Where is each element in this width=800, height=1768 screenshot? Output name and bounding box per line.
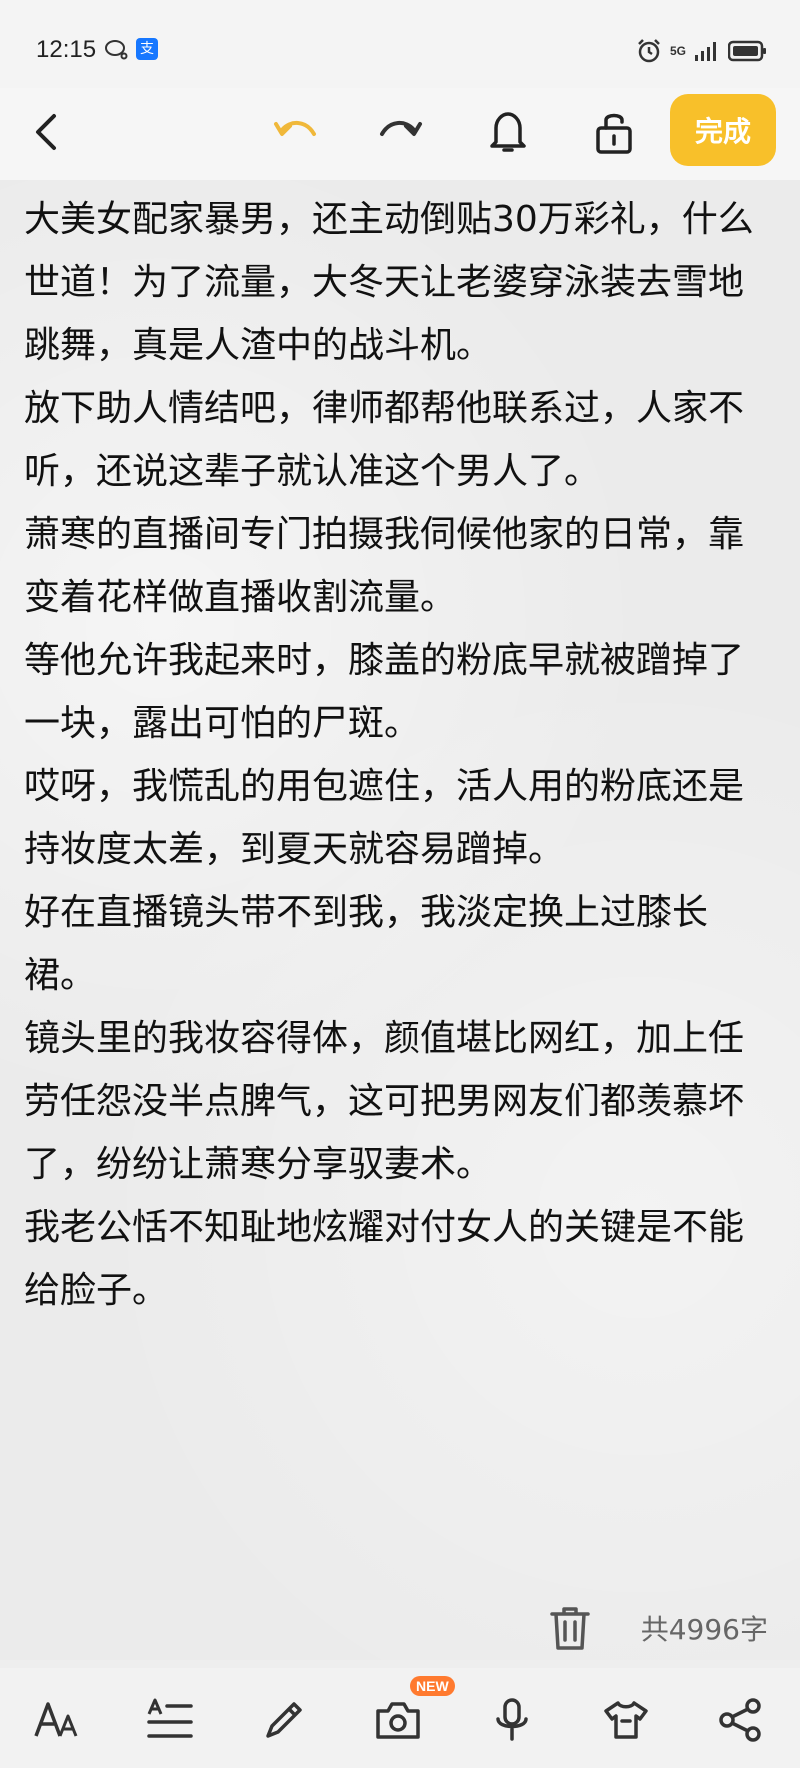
voice-input-button[interactable] xyxy=(484,1692,540,1748)
undo-button[interactable] xyxy=(268,104,324,160)
status-bar: 12:15 支 5G xyxy=(0,0,800,100)
font-style-icon xyxy=(34,1702,78,1737)
lock-button[interactable] xyxy=(586,104,642,160)
camera-button[interactable] xyxy=(370,1692,426,1748)
bottom-toolbar xyxy=(0,1668,800,1768)
note-paragraph: 放下助人情结吧，律师都帮他联系过，人家不听，还说这辈子就认准这个男人了。 xyxy=(24,388,745,492)
alarm-icon xyxy=(638,39,660,63)
note-paragraph: 我老公恬不知耻地炫耀对付女人的关键是不能给脸子。 xyxy=(24,1207,745,1311)
status-time: 12:15 xyxy=(36,36,97,63)
note-paragraph: 等他允许我起来时，膝盖的粉底早就被蹭掉了一块，露出可怕的尸斑。 xyxy=(24,640,745,744)
reminder-button[interactable] xyxy=(480,104,536,160)
done-button[interactable]: 完成 xyxy=(670,94,776,166)
format-list-icon xyxy=(147,1698,193,1738)
signal-icon xyxy=(695,42,716,61)
note-paragraph: 镜头里的我妆容得体，颜值堪比网红，加上任劳任怨没半点脾气，这可把男网友们都羡慕坏… xyxy=(24,1018,745,1185)
word-count: 共4996字 xyxy=(640,1613,768,1646)
share-icon xyxy=(719,1698,761,1742)
note-paragraph: 好在直播镜头带不到我，我淡定换上过膝长裙。 xyxy=(24,892,709,996)
microphone-icon xyxy=(496,1698,528,1741)
status-left-icons: 支 xyxy=(104,38,158,60)
chevron-left-icon xyxy=(36,114,56,150)
note-paragraph: 大美女配家暴男，还主动倒贴30万彩礼，什么世道！为了流量，大冬天让老婆穿泳装去雪… xyxy=(24,199,754,366)
back-button[interactable] xyxy=(18,104,74,160)
unlock-icon xyxy=(596,113,632,154)
battery-icon xyxy=(728,40,766,62)
camera-icon xyxy=(376,1702,420,1739)
trash-icon xyxy=(550,1607,590,1650)
undo-icon xyxy=(274,121,316,136)
word-count-row: 共4996字 xyxy=(0,1596,800,1660)
message-bubble-icon xyxy=(105,40,128,60)
redo-button[interactable] xyxy=(372,104,428,160)
note-body[interactable]: 大美女配家暴男，还主动倒贴30万彩礼，什么世道！为了流量，大冬天让老婆穿泳装去雪… xyxy=(24,188,776,1322)
theme-button[interactable] xyxy=(598,1692,654,1748)
delete-button[interactable] xyxy=(548,1604,592,1652)
note-paragraph: 萧寒的直播间专门拍摄我伺候他家的日常，靠变着花样做直播收割流量。 xyxy=(24,514,745,618)
new-badge: NEW xyxy=(410,1676,455,1696)
network-label: 5G xyxy=(669,44,686,58)
alipay-icon: 支 xyxy=(136,38,158,60)
pencil-icon xyxy=(266,1702,302,1738)
format-list-button[interactable] xyxy=(142,1692,198,1748)
bell-icon xyxy=(490,112,526,152)
redo-icon xyxy=(380,121,422,136)
text-style-button[interactable] xyxy=(28,1692,84,1748)
handwriting-button[interactable] xyxy=(256,1692,312,1748)
share-button[interactable] xyxy=(712,1692,768,1748)
shirt-icon xyxy=(604,1701,648,1739)
status-right: 5G xyxy=(636,38,768,64)
editor-toolbar: 完成 xyxy=(0,88,800,180)
note-paragraph: 哎呀，我慌乱的用包遮住，活人用的粉底还是持妆度太差，到夏天就容易蹭掉。 xyxy=(24,766,745,870)
